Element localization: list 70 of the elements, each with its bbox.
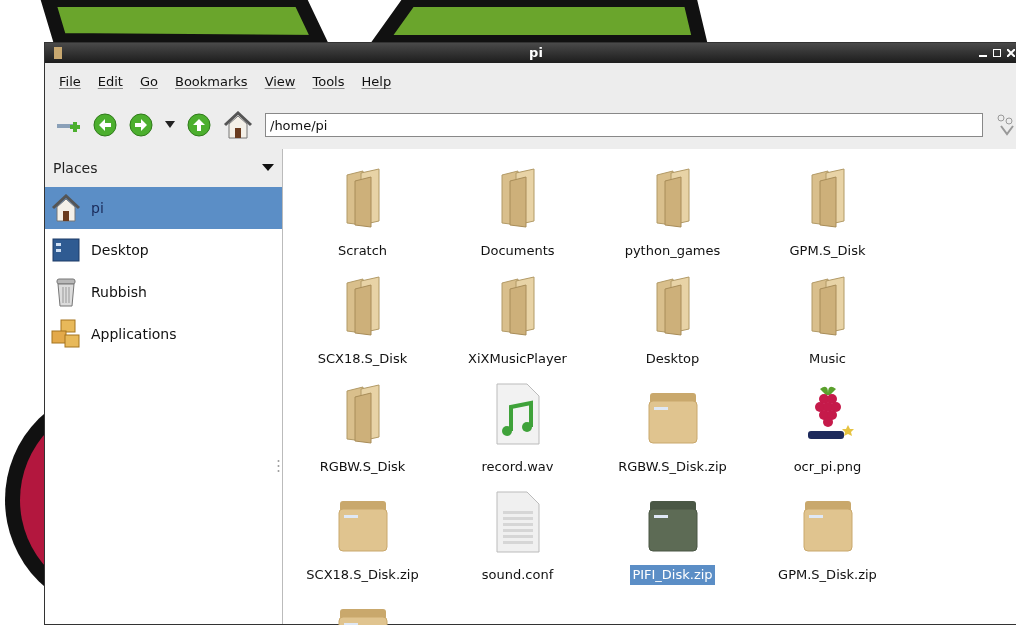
address-field[interactable]: /home/pi bbox=[265, 113, 983, 137]
places-header[interactable]: Places bbox=[45, 149, 282, 187]
sidebar-item[interactable]: Desktop bbox=[45, 229, 282, 271]
directory-entry[interactable]: RGBW.S_Disk bbox=[285, 377, 440, 485]
directory-entry[interactable]: Music bbox=[750, 269, 905, 377]
caret-icon[interactable] bbox=[165, 121, 175, 129]
file-name: SCX18.S_Disk bbox=[316, 350, 409, 368]
house-icon bbox=[223, 111, 253, 139]
menu-item[interactable]: Tools bbox=[312, 72, 345, 92]
box-icon bbox=[646, 499, 699, 553]
menu-item[interactable]: File bbox=[59, 72, 81, 92]
directory-entry[interactable]: sound.conf bbox=[440, 485, 595, 593]
bubbles-icon[interactable] bbox=[995, 112, 1016, 138]
close-icon[interactable] bbox=[1007, 49, 1015, 57]
file-name: RGBW.S_Disk.zip bbox=[617, 458, 728, 476]
file-name: PIFI_Disk.zip bbox=[630, 565, 715, 585]
file-name: Documents bbox=[479, 242, 556, 260]
file-name: GPM.S_Disk bbox=[788, 242, 867, 260]
menu-item[interactable]: Go bbox=[139, 72, 158, 92]
directory-entry[interactable]: XiXMusicPlayer bbox=[440, 269, 595, 377]
file-name: RGBW.S_Disk bbox=[318, 458, 407, 476]
box-icon bbox=[336, 499, 389, 553]
sidebar-item[interactable]: Rubbish bbox=[45, 271, 282, 313]
directory-entry[interactable]: Scratch bbox=[285, 161, 440, 269]
menu-item[interactable]: Bookmarks bbox=[175, 72, 248, 92]
house-icon bbox=[51, 194, 81, 222]
desktop-icon bbox=[52, 238, 80, 262]
sidebar-item[interactable]: Applications bbox=[45, 313, 282, 355]
menu-item[interactable]: View bbox=[264, 72, 296, 92]
caret-icon bbox=[262, 164, 274, 172]
file-name: sound.conf bbox=[480, 566, 555, 584]
directory-entry[interactable]: python_games bbox=[595, 161, 750, 269]
resize-handle-icon[interactable] bbox=[277, 459, 280, 473]
file-name: Desktop bbox=[644, 350, 701, 368]
text-file-icon bbox=[494, 491, 541, 553]
directory-entry[interactable]: SCX18.S_Disk bbox=[285, 269, 440, 377]
directory-entry[interactable]: SCX18.S_Disk.zip bbox=[285, 485, 440, 593]
up-icon[interactable] bbox=[187, 113, 211, 137]
file-name: Scratch bbox=[336, 242, 389, 260]
directory-entry[interactable]: GPM.S_Disk.zip bbox=[750, 485, 905, 593]
directory-entry[interactable]: ocr_pi.png bbox=[750, 377, 905, 485]
menu-item[interactable]: Edit bbox=[97, 72, 123, 92]
maximize-icon[interactable] bbox=[993, 49, 1001, 57]
file-name: record.wav bbox=[480, 458, 555, 476]
folder-icon bbox=[53, 46, 63, 60]
forward-icon[interactable] bbox=[129, 113, 153, 137]
file-name: python_games bbox=[623, 242, 722, 260]
sidebar-label: Rubbish bbox=[91, 282, 147, 302]
sidebar-label: Desktop bbox=[91, 240, 149, 260]
file-name: SCX18.S_Disk.zip bbox=[305, 566, 420, 584]
music-file-icon bbox=[494, 383, 541, 445]
sidebar-label: pi bbox=[91, 198, 104, 218]
file-name: GPM.S_Disk.zip bbox=[777, 566, 878, 584]
sidebar-item[interactable]: pi bbox=[45, 187, 282, 229]
back-icon[interactable] bbox=[93, 113, 117, 137]
directory-entry[interactable]: record.wav bbox=[440, 377, 595, 485]
box-icon bbox=[801, 499, 854, 553]
file-name: ocr_pi.png bbox=[792, 458, 863, 476]
file-name: Music bbox=[808, 350, 847, 368]
menu-item[interactable]: Help bbox=[361, 72, 392, 92]
trash-icon bbox=[55, 277, 77, 307]
box-icon bbox=[646, 391, 699, 445]
directory-entry[interactable]: Documents bbox=[440, 161, 595, 269]
directory-entry[interactable]: RGBW.S_Disk.zip bbox=[595, 377, 750, 485]
directory-entry[interactable]: Desktop bbox=[595, 269, 750, 377]
sidebar-label: Applications bbox=[91, 324, 177, 344]
boxes-icon bbox=[51, 319, 81, 349]
directory-entry[interactable]: GPM.S_Disk bbox=[750, 161, 905, 269]
file-name: XiXMusicPlayer bbox=[467, 350, 568, 368]
window-title: pi bbox=[529, 44, 543, 63]
